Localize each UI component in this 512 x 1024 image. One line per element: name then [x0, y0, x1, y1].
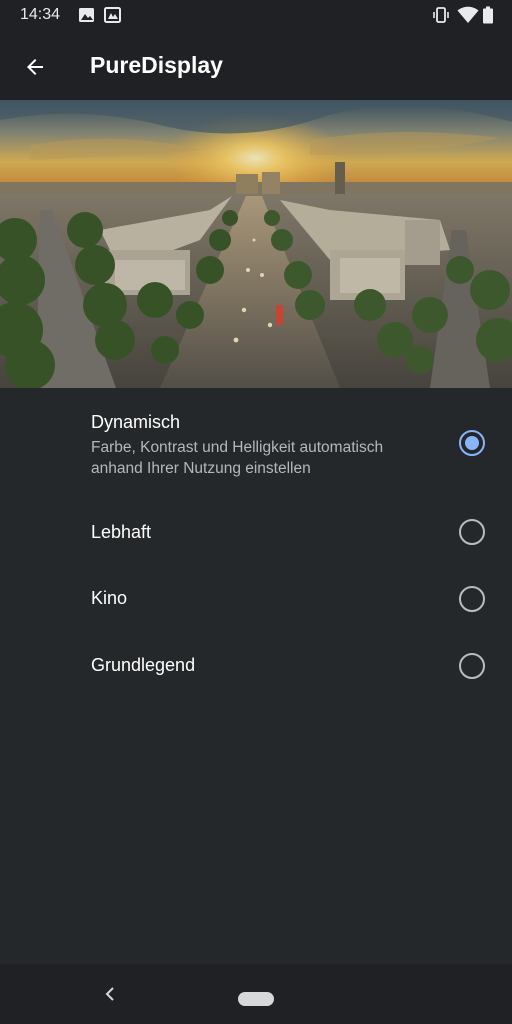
page-title: PureDisplay: [90, 52, 223, 78]
option-label: Lebhaft: [91, 522, 152, 542]
option-lebhaft[interactable]: Lebhaft: [0, 500, 512, 566]
option-label: Grundlegend: [91, 655, 196, 675]
image-notification-icon: [79, 8, 94, 22]
radio-lebhaft[interactable]: [459, 519, 485, 545]
option-label: Kino: [91, 588, 128, 608]
chevron-left-icon[interactable]: [100, 984, 120, 1004]
back-button[interactable]: [14, 46, 56, 88]
status-bar: 14:34: [0, 0, 512, 32]
vibrate-icon: [433, 7, 449, 23]
option-grundlegend[interactable]: Grundlegend: [0, 633, 512, 699]
hero-image: [0, 100, 512, 388]
option-kino[interactable]: Kino: [0, 566, 512, 632]
navigation-bar: [0, 964, 512, 1024]
radio-dynamisch[interactable]: [459, 430, 485, 456]
city-sunset-illustration: [0, 100, 512, 388]
radio-kino[interactable]: [459, 586, 485, 612]
battery-icon: [483, 6, 493, 24]
radio-grundlegend[interactable]: [459, 653, 485, 679]
app-bar: PureDisplay: [0, 32, 512, 100]
wifi-icon: [457, 6, 479, 23]
option-description: Farbe, Kontrast und Helligkeit automatis…: [91, 439, 384, 477]
gallery-notification-icon: [104, 7, 121, 23]
option-label: Dynamisch: [91, 412, 181, 432]
option-dynamisch[interactable]: Dynamisch Farbe, Kontrast und Helligkeit…: [0, 400, 512, 490]
status-time: 14:34: [20, 6, 61, 23]
home-pill-icon[interactable]: [238, 992, 274, 1006]
arrow-left-icon: [27, 59, 43, 75]
